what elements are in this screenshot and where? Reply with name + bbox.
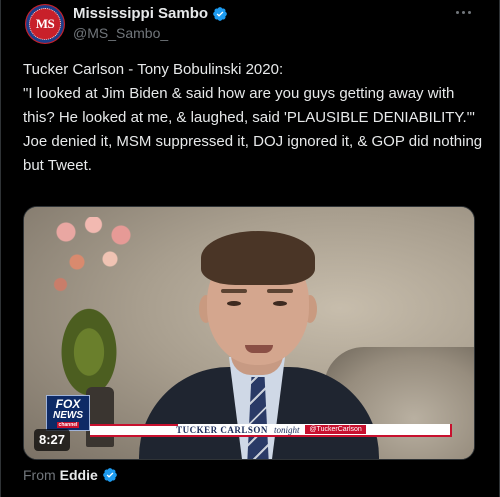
post-card: MS Mississippi Sambo @MS_Sambo_ Tucker C…: [0, 0, 500, 497]
post-text-line: "I looked at Jim Biden & said how are yo…: [23, 85, 475, 126]
verified-badge-icon: [213, 6, 227, 21]
lower-third-banner: TUCKER CARLSON tonight @TuckerCarlson: [90, 424, 452, 437]
post-text-line: Tucker Carlson - Tony Bobulinski 2020:: [23, 61, 284, 78]
lower-third-show: tonight: [273, 424, 300, 435]
hair: [201, 231, 315, 285]
verified-badge-icon: [102, 468, 117, 482]
lower-third-handle: @TuckerCarlson: [305, 425, 366, 434]
attribution-label: From: [23, 467, 56, 483]
attribution-name[interactable]: Eddie: [60, 467, 98, 483]
mouth: [245, 345, 273, 353]
video-duration: 8:27: [34, 429, 71, 451]
eye: [273, 301, 287, 306]
attribution: From Eddie: [23, 467, 118, 483]
author-display-name[interactable]: Mississippi Sambo: [73, 5, 208, 22]
logo-line: FOX: [55, 397, 81, 411]
more-dot: [467, 10, 471, 14]
banner-accent: [90, 424, 178, 435]
avatar-ring: [29, 8, 61, 40]
video-player[interactable]: FOX NEWS channel TUCKER CARLSON tonight …: [23, 206, 475, 460]
post-text-line: Joe denied it, MSM suppressed it, DOJ ig…: [23, 133, 487, 174]
eye: [227, 301, 241, 306]
fox-news-logo: FOX NEWS channel: [46, 395, 90, 431]
more-dot: [461, 10, 465, 14]
vase-decoration: [86, 387, 114, 447]
eyebrow: [267, 289, 293, 293]
post-text: Tucker Carlson - Tony Bobulinski 2020: "…: [23, 58, 483, 178]
avatar[interactable]: MS: [25, 4, 65, 44]
author-name-row: Mississippi Sambo: [73, 5, 228, 22]
banner-accent: [450, 424, 452, 437]
lower-third-name: TUCKER CARLSON: [176, 424, 268, 435]
logo-line: NEWS: [53, 410, 83, 421]
logo-line: channel: [56, 422, 80, 428]
more-options-icon[interactable]: [449, 2, 477, 22]
author-handle[interactable]: @MS_Sambo_: [73, 25, 168, 41]
more-dot: [455, 10, 459, 14]
eyebrow: [221, 289, 247, 293]
